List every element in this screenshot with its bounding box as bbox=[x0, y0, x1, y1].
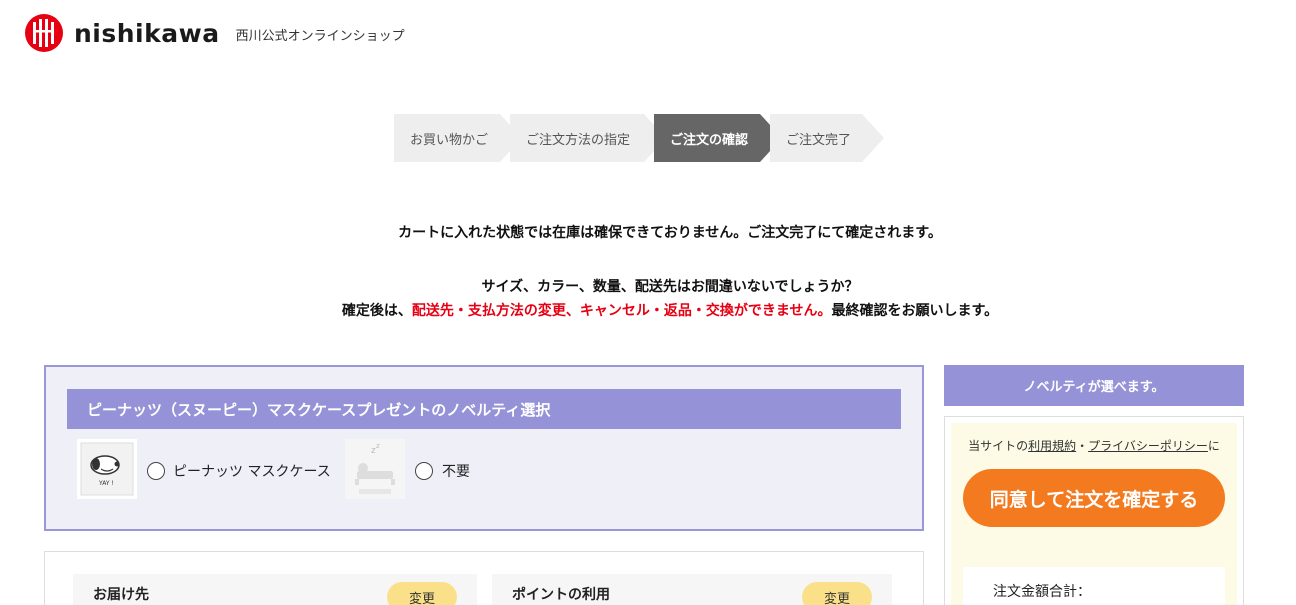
confirm-order-button[interactable]: 同意して注文を確定する bbox=[963, 469, 1225, 527]
novelty-choice-banner: ノベルティが選べます。 bbox=[944, 365, 1244, 406]
brand-name[interactable]: nishikawa bbox=[74, 19, 220, 48]
novelty-title: ピーナッツ（スヌーピー）マスクケースプレゼントのノベルティ選択 bbox=[67, 389, 901, 429]
step-order-confirm: ご注文の確認 bbox=[654, 114, 782, 162]
points-card: ポイントの利用 変更 bbox=[492, 574, 892, 605]
svg-text:z: z bbox=[376, 442, 380, 450]
step-order-method: ご注文方法の指定 bbox=[510, 114, 666, 162]
snoopy-mask-case-icon[interactable]: YAY ! bbox=[77, 439, 137, 499]
change-points-button[interactable]: 変更 bbox=[802, 582, 872, 605]
points-title: ポイントの利用 bbox=[512, 587, 610, 603]
shop-tagline: 西川公式オンラインショップ bbox=[235, 29, 405, 44]
terms-of-use-link[interactable]: 利用規約 bbox=[1028, 439, 1076, 453]
site-header: nishikawa 西川公式オンラインショップ bbox=[24, 12, 405, 54]
novelty-radio-none[interactable] bbox=[415, 462, 433, 480]
sleeping-placeholder-icon[interactable]: z z bbox=[345, 439, 405, 499]
order-info-panel: お届け先 変更 ポイントの利用 変更 bbox=[44, 551, 924, 605]
change-delivery-button[interactable]: 変更 bbox=[387, 582, 457, 605]
order-summary-inner: 当サイトの利用規約・プライバシーポリシーに 同意して注文を確定する 注文金額合計… bbox=[951, 423, 1237, 605]
step-order-complete: ご注文完了 bbox=[770, 114, 884, 162]
nishikawa-logo-icon[interactable] bbox=[24, 13, 64, 53]
privacy-policy-link[interactable]: プライバシーポリシー bbox=[1088, 439, 1208, 453]
final-confirm-notice: 確定後は、配送先・支払方法の変更、キャンセル・返品・交換ができません。最終確認を… bbox=[341, 303, 999, 319]
novelty-radio-mask-case[interactable] bbox=[147, 462, 165, 480]
novelty-selection-box: ピーナッツ（スヌーピー）マスクケースプレゼントのノベルティ選択 YAY ! ピー… bbox=[44, 365, 924, 531]
delivery-title: お届け先 bbox=[93, 587, 149, 603]
delivery-card: お届け先 変更 bbox=[73, 574, 477, 605]
order-total-label: 注文金額合計： bbox=[993, 584, 1091, 600]
no-cancel-warning: 配送先・支払方法の変更、キャンセル・返品・交換ができません。 bbox=[411, 303, 832, 319]
novelty-option-none[interactable]: 不要 bbox=[442, 461, 470, 481]
order-total-box: 注文金額合計： bbox=[963, 567, 1225, 605]
step-cart: お買い物かご bbox=[394, 114, 522, 162]
stock-notice: カートに入れた状態では在庫は確保できておりません。ご注文完了にて確定されます。 bbox=[398, 225, 942, 241]
checkout-steps: お買い物かご ご注文方法の指定 ご注文の確認 ご注文完了 bbox=[394, 114, 884, 162]
terms-notice: 当サイトの利用規約・プライバシーポリシーに bbox=[968, 439, 1220, 453]
check-notice: サイズ、カラー、数量、配送先はお間違いないでしょうか？ bbox=[481, 279, 859, 295]
svg-text:YAY !: YAY ! bbox=[98, 480, 114, 487]
novelty-option-mask-case[interactable]: ピーナッツ マスクケース bbox=[173, 461, 331, 481]
order-summary-box: 当サイトの利用規約・プライバシーポリシーに 同意して注文を確定する 注文金額合計… bbox=[944, 416, 1244, 605]
